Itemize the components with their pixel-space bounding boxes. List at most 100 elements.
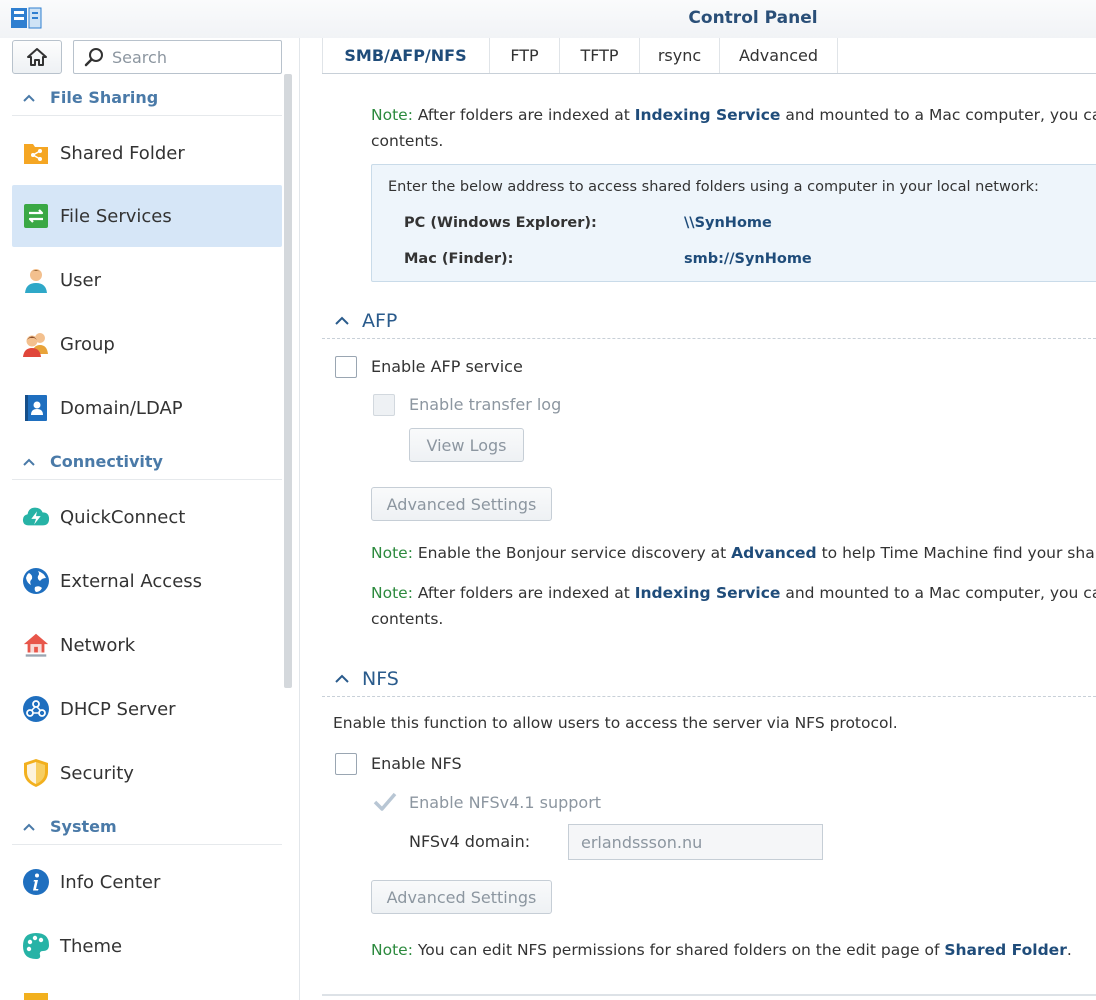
tab-ftp[interactable]: FTP bbox=[490, 38, 560, 73]
group-label: File Sharing bbox=[50, 88, 159, 107]
indexing-service-link[interactable]: Indexing Service bbox=[635, 106, 781, 124]
afp-section-header[interactable]: AFP bbox=[322, 303, 1096, 339]
afp-advanced-settings-button[interactable]: Advanced Settings bbox=[371, 487, 552, 521]
section-divider bbox=[322, 994, 1096, 996]
sidebar-item-domain-ldap[interactable]: Domain/LDAP bbox=[12, 377, 282, 439]
mac-label: Mac (Finder): bbox=[404, 251, 514, 267]
sidebar-item-label: External Access bbox=[60, 570, 203, 592]
network-icon bbox=[22, 631, 50, 659]
indexing-service-link[interactable]: Indexing Service bbox=[635, 584, 781, 602]
enable-afp-label: Enable AFP service bbox=[371, 357, 523, 376]
next-item-icon-partial bbox=[24, 993, 48, 1000]
enable-nfsv41-checkbox[interactable] bbox=[373, 792, 397, 814]
group-connectivity[interactable]: Connectivity bbox=[12, 444, 282, 480]
advanced-link[interactable]: Advanced bbox=[731, 544, 817, 562]
home-button[interactable] bbox=[12, 40, 62, 74]
window-title: Control Panel bbox=[688, 8, 818, 28]
smb-note-line2: contents. bbox=[371, 132, 444, 150]
chevron-up-icon bbox=[23, 458, 35, 466]
quickconnect-icon bbox=[22, 503, 50, 531]
user-icon bbox=[22, 266, 50, 294]
enable-transfer-log-label: Enable transfer log bbox=[409, 395, 562, 414]
enable-nfs-checkbox[interactable] bbox=[335, 753, 357, 775]
enable-afp-checkbox[interactable] bbox=[335, 356, 357, 378]
nfs-description: Enable this function to allow users to a… bbox=[333, 714, 898, 732]
shared-folder-link[interactable]: Shared Folder bbox=[944, 941, 1066, 959]
external-access-icon bbox=[22, 567, 50, 595]
sidebar-item-label: Group bbox=[60, 333, 115, 355]
sidebar-item-network[interactable]: Network bbox=[12, 614, 282, 676]
afp-note-indexing: Note: After folders are indexed at Index… bbox=[371, 580, 1096, 606]
file-services-icon bbox=[22, 202, 50, 230]
sidebar-item-label: DHCP Server bbox=[60, 698, 176, 720]
group-system[interactable]: System bbox=[12, 809, 282, 845]
note-label: Note: bbox=[371, 106, 413, 124]
sidebar-item-file-services[interactable]: File Services bbox=[12, 185, 282, 247]
nfsv4-domain-field[interactable]: erlandssson.nu bbox=[568, 824, 823, 860]
section-title: AFP bbox=[362, 309, 398, 332]
sidebar-item-label: Shared Folder bbox=[60, 142, 185, 164]
sidebar-item-user[interactable]: User bbox=[12, 249, 282, 311]
nfsv4-domain-label: NFSv4 domain: bbox=[409, 832, 531, 851]
enable-transfer-log-checkbox[interactable] bbox=[373, 394, 395, 416]
note-label: Note: bbox=[371, 584, 413, 602]
chevron-up-icon bbox=[23, 94, 35, 102]
tab-smb-afp-nfs[interactable]: SMB/AFP/NFS bbox=[322, 38, 490, 73]
search-placeholder: Search bbox=[112, 47, 167, 67]
search-input[interactable]: Search bbox=[73, 40, 282, 74]
sidebar-item-external-access[interactable]: External Access bbox=[12, 550, 282, 612]
nfs-advanced-settings-button[interactable]: Advanced Settings bbox=[371, 880, 552, 914]
tab-tftp[interactable]: TFTP bbox=[560, 38, 640, 73]
sidebar-item-quickconnect[interactable]: QuickConnect bbox=[12, 486, 282, 548]
nfs-section-header[interactable]: NFS bbox=[322, 661, 1096, 697]
note-text: After folders are indexed at bbox=[412, 106, 635, 124]
sidebar-item-dhcp-server[interactable]: DHCP Server bbox=[12, 678, 282, 740]
tab-bar: SMB/AFP/NFS FTP TFTP rsync Advanced bbox=[322, 38, 1096, 74]
tab-rsync[interactable]: rsync bbox=[640, 38, 720, 73]
nfs-note: Note: You can edit NFS permissions for s… bbox=[371, 937, 1072, 963]
info-center-icon bbox=[22, 868, 50, 896]
group-file-sharing[interactable]: File Sharing bbox=[12, 80, 282, 116]
sidebar-item-label: Security bbox=[60, 762, 134, 784]
chevron-up-icon bbox=[23, 823, 35, 831]
note-text: You can edit NFS permissions for shared … bbox=[412, 941, 945, 959]
afp-note-bonjour: Note: Enable the Bonjour service discove… bbox=[371, 540, 1096, 566]
tab-advanced[interactable]: Advanced bbox=[720, 38, 838, 73]
note-label: Note: bbox=[371, 941, 413, 959]
pc-label: PC (Windows Explorer): bbox=[404, 215, 597, 231]
note-text: and mounted to a Mac computer, you ca bbox=[780, 584, 1096, 602]
sidebar-item-group[interactable]: Group bbox=[12, 313, 282, 375]
sidebar-item-theme[interactable]: Theme bbox=[12, 915, 282, 977]
enable-nfsv41-label: Enable NFSv4.1 support bbox=[409, 793, 602, 812]
group-icon bbox=[22, 330, 50, 358]
chevron-up-icon bbox=[335, 316, 349, 325]
smb-note: Note: After folders are indexed at Index… bbox=[371, 102, 1096, 128]
sidebar-item-label: File Services bbox=[60, 205, 172, 227]
afp-note-indexing-line2: contents. bbox=[371, 610, 444, 628]
theme-icon bbox=[22, 932, 50, 960]
group-label: System bbox=[50, 817, 117, 836]
sidebar-item-label: Domain/LDAP bbox=[60, 397, 183, 419]
dhcp-server-icon bbox=[22, 695, 50, 723]
address-info-box: Enter the below address to access shared… bbox=[371, 164, 1096, 282]
checkmark-icon bbox=[373, 792, 397, 811]
sidebar-item-label: User bbox=[60, 269, 102, 291]
note-label: Note: bbox=[371, 544, 413, 562]
sidebar-item-security[interactable]: Security bbox=[12, 742, 282, 804]
sidebar-item-info-center[interactable]: Info Center bbox=[12, 851, 282, 913]
pc-address: \\SynHome bbox=[684, 215, 772, 231]
sidebar-scrollbar[interactable] bbox=[284, 74, 292, 688]
shared-folder-icon bbox=[22, 139, 50, 167]
view-logs-button[interactable]: View Logs bbox=[409, 428, 524, 462]
search-icon bbox=[84, 48, 103, 67]
title-bar: Control Panel bbox=[0, 0, 1096, 38]
note-text: to help Time Machine find your shar bbox=[816, 544, 1096, 562]
chevron-up-icon bbox=[335, 674, 349, 683]
sidebar-item-label: QuickConnect bbox=[60, 506, 186, 528]
section-title: NFS bbox=[362, 667, 399, 690]
note-text: Enable the Bonjour service discovery at bbox=[412, 544, 732, 562]
note-text: . bbox=[1066, 941, 1072, 959]
note-text: After folders are indexed at bbox=[412, 584, 635, 602]
sidebar-item-label: Theme bbox=[60, 935, 123, 957]
sidebar-item-shared-folder[interactable]: Shared Folder bbox=[12, 122, 282, 184]
